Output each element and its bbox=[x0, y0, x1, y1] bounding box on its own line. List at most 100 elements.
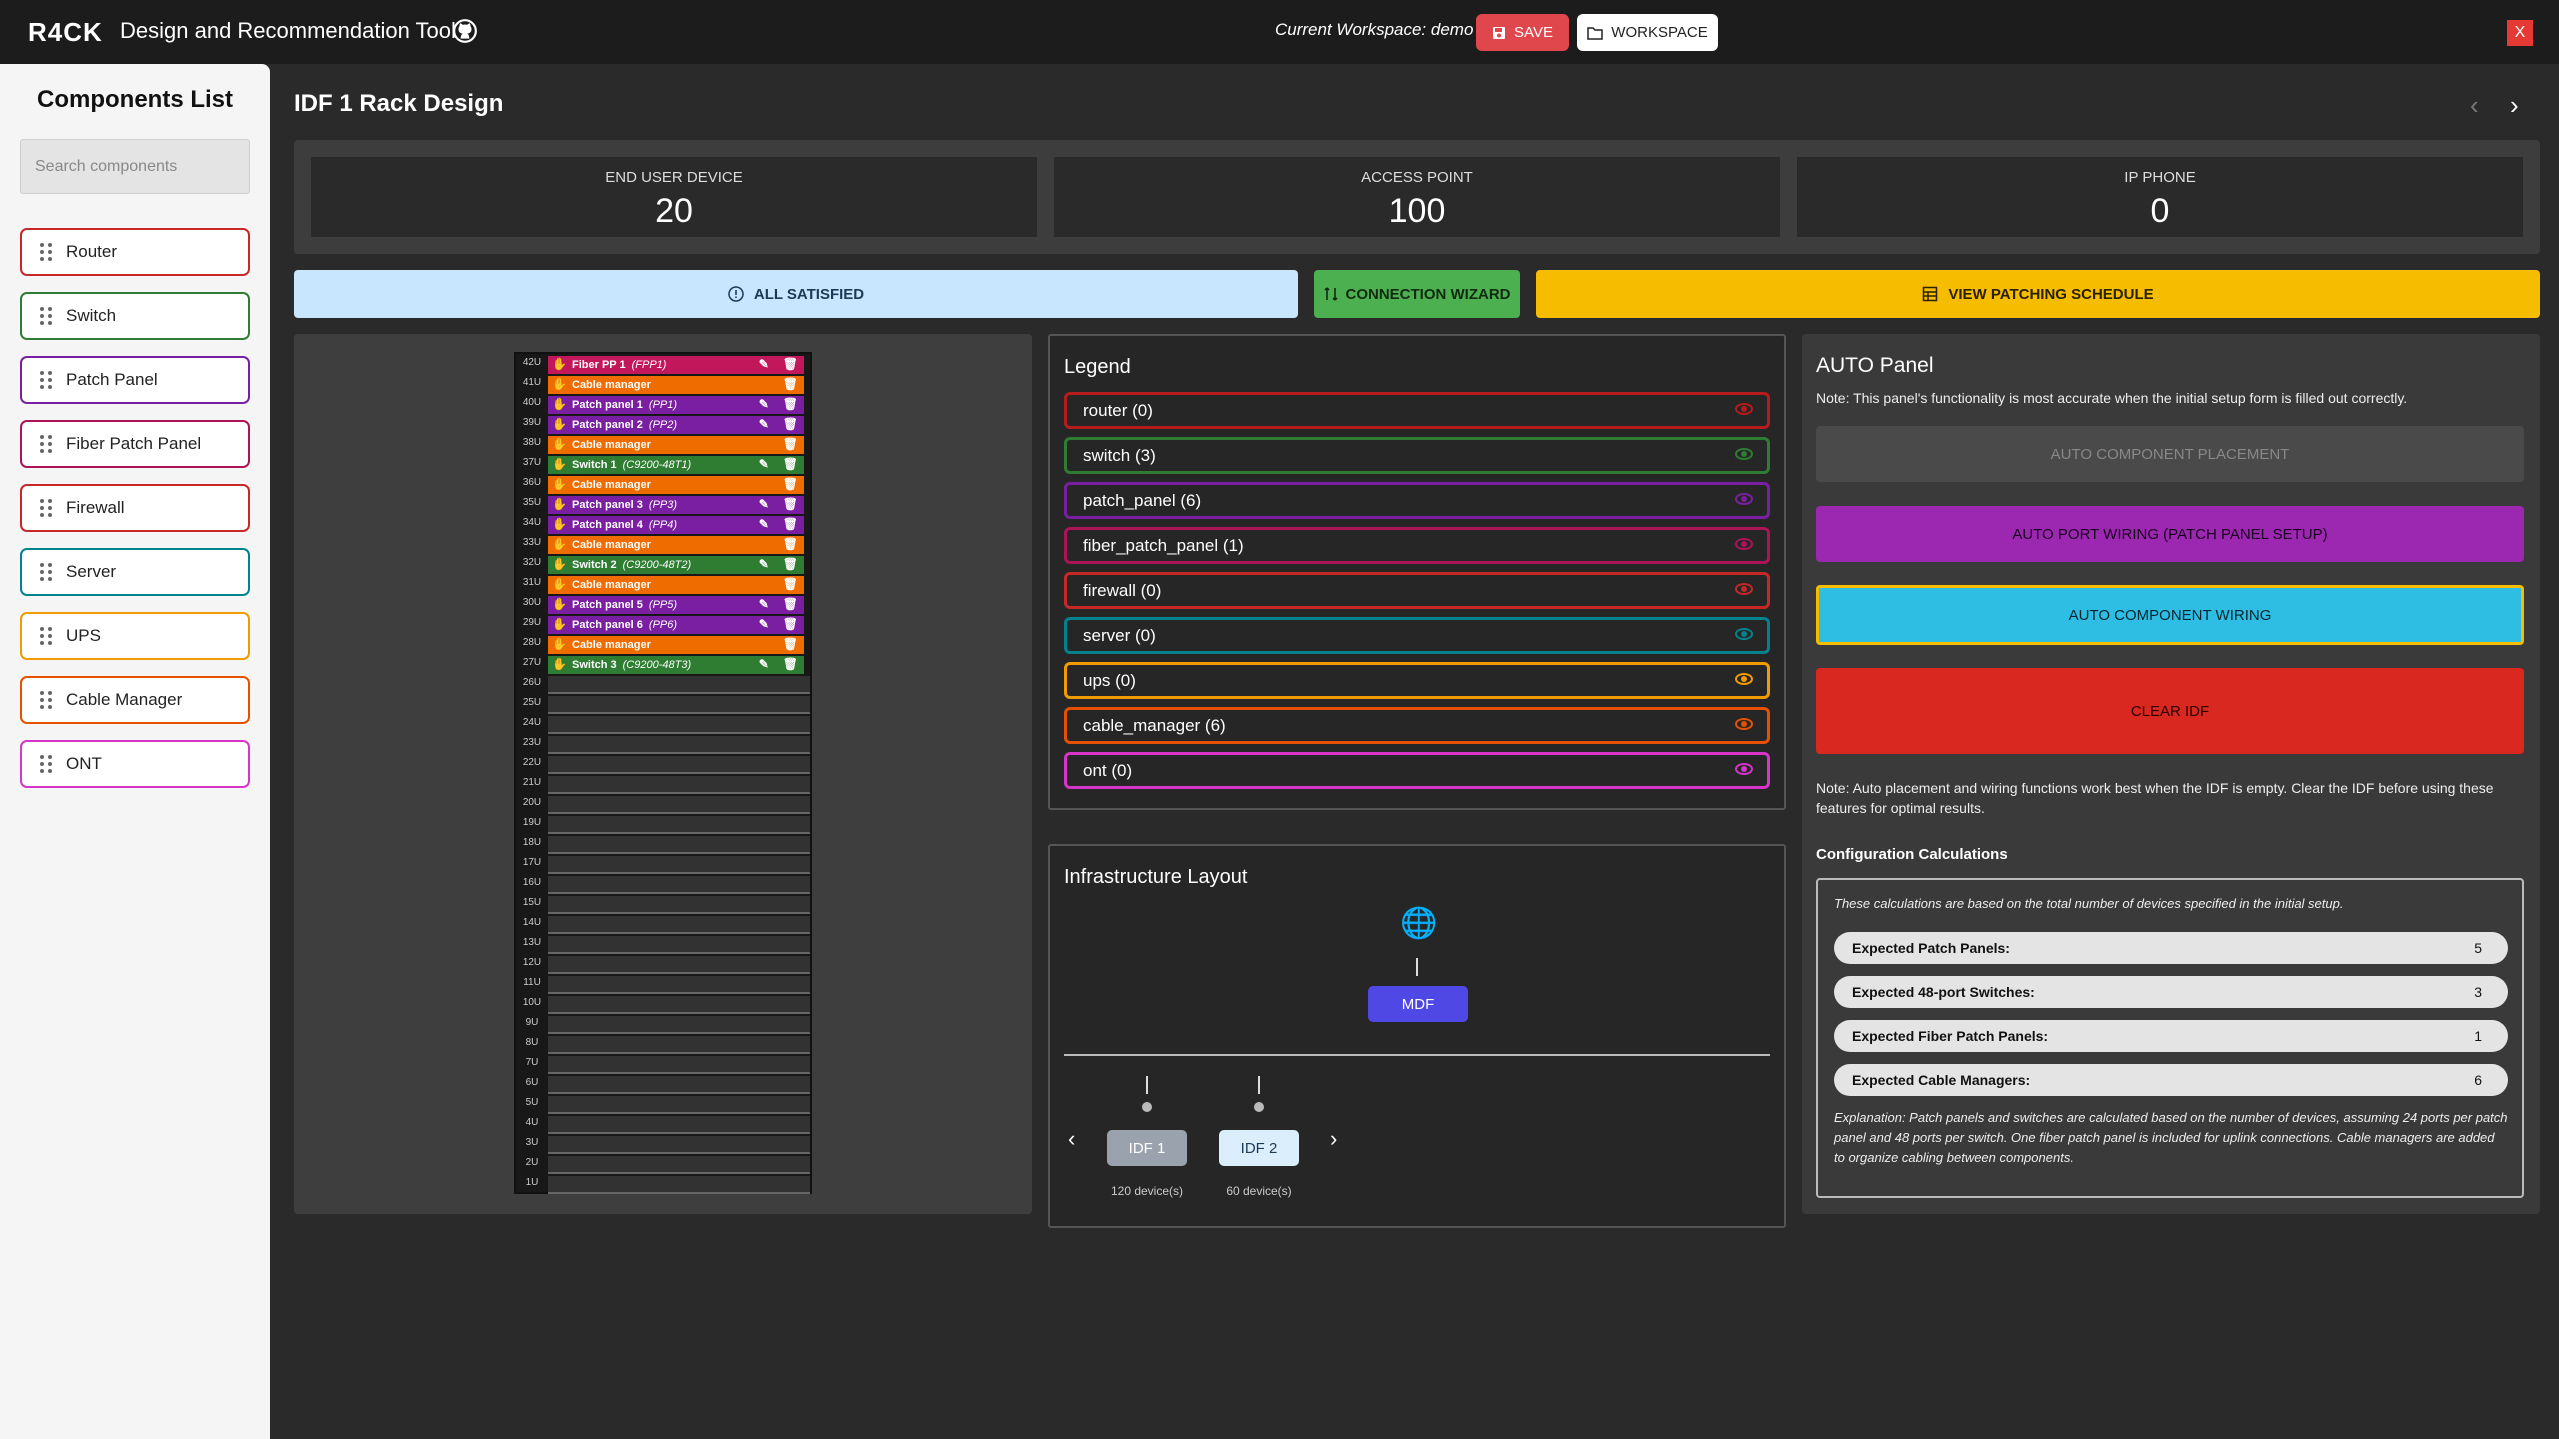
drag-hand-icon[interactable]: ✋ bbox=[552, 657, 567, 671]
delete-icon[interactable]: 🗑 bbox=[783, 517, 798, 531]
previous-arrow-icon[interactable]: ‹ bbox=[2470, 90, 2479, 121]
drag-hand-icon[interactable]: ✋ bbox=[552, 517, 567, 531]
drag-hand-icon[interactable]: ✋ bbox=[552, 457, 567, 471]
rack-device[interactable]: ✋ Switch 2 (C9200-48T2) ✎ 🗑 bbox=[548, 556, 804, 574]
empty-rack-slot[interactable] bbox=[548, 896, 810, 914]
delete-icon[interactable]: 🗑 bbox=[783, 537, 798, 551]
drag-hand-icon[interactable]: ✋ bbox=[552, 397, 567, 411]
empty-rack-slot[interactable] bbox=[548, 1176, 810, 1194]
component-item[interactable]: ONT bbox=[20, 740, 250, 788]
eye-icon[interactable] bbox=[1735, 403, 1753, 415]
empty-rack-slot[interactable] bbox=[548, 796, 810, 814]
legend-item[interactable]: patch_panel (6) bbox=[1064, 482, 1770, 519]
rack-device[interactable]: ✋ Cable manager 🗑 bbox=[548, 376, 804, 394]
rack-device[interactable]: ✋ Patch panel 1 (PP1) ✎ 🗑 bbox=[548, 396, 804, 414]
delete-icon[interactable]: 🗑 bbox=[783, 497, 798, 511]
empty-rack-slot[interactable] bbox=[548, 1016, 810, 1034]
empty-rack-slot[interactable] bbox=[548, 776, 810, 794]
rack-device[interactable]: ✋ Fiber PP 1 (FPP1) ✎ 🗑 bbox=[548, 356, 804, 374]
empty-rack-slot[interactable] bbox=[548, 676, 810, 694]
drag-handle-icon[interactable] bbox=[40, 563, 52, 581]
clear-idf-button[interactable]: CLEAR IDF bbox=[1816, 668, 2524, 754]
eye-icon[interactable] bbox=[1735, 538, 1753, 550]
rack-device[interactable]: ✋ Patch panel 3 (PP3) ✎ 🗑 bbox=[548, 496, 804, 514]
drag-hand-icon[interactable]: ✋ bbox=[552, 497, 567, 511]
empty-rack-slot[interactable] bbox=[548, 1116, 810, 1134]
empty-rack-slot[interactable] bbox=[548, 856, 810, 874]
save-button[interactable]: SAVE bbox=[1476, 14, 1569, 51]
empty-rack-slot[interactable] bbox=[548, 1136, 810, 1154]
empty-rack-slot[interactable] bbox=[548, 1076, 810, 1094]
edit-icon[interactable]: ✎ bbox=[759, 617, 769, 631]
component-item[interactable]: Cable Manager bbox=[20, 676, 250, 724]
legend-item[interactable]: server (0) bbox=[1064, 617, 1770, 654]
github-icon[interactable] bbox=[452, 18, 478, 44]
delete-icon[interactable]: 🗑 bbox=[783, 437, 798, 451]
rack-device[interactable]: ✋ Patch panel 4 (PP4) ✎ 🗑 bbox=[548, 516, 804, 534]
edit-icon[interactable]: ✎ bbox=[759, 597, 769, 611]
drag-handle-icon[interactable] bbox=[40, 691, 52, 709]
edit-icon[interactable]: ✎ bbox=[759, 397, 769, 411]
idf-2-node[interactable]: IDF 2 bbox=[1219, 1130, 1299, 1166]
component-item[interactable]: Switch bbox=[20, 292, 250, 340]
auto-component-placement-button[interactable]: AUTO COMPONENT PLACEMENT bbox=[1816, 426, 2524, 482]
empty-rack-slot[interactable] bbox=[548, 976, 810, 994]
empty-rack-slot[interactable] bbox=[548, 1036, 810, 1054]
legend-item[interactable]: firewall (0) bbox=[1064, 572, 1770, 609]
rack-device[interactable]: ✋ Switch 3 (C9200-48T3) ✎ 🗑 bbox=[548, 656, 804, 674]
empty-rack-slot[interactable] bbox=[548, 1156, 810, 1174]
drag-handle-icon[interactable] bbox=[40, 755, 52, 773]
empty-rack-slot[interactable] bbox=[548, 836, 810, 854]
drag-hand-icon[interactable]: ✋ bbox=[552, 477, 567, 491]
drag-hand-icon[interactable]: ✋ bbox=[552, 637, 567, 651]
idf-1-node[interactable]: IDF 1 bbox=[1107, 1130, 1187, 1166]
scroll-right-icon[interactable]: › bbox=[1330, 1126, 1337, 1152]
empty-rack-slot[interactable] bbox=[548, 996, 810, 1014]
mdf-node[interactable]: MDF bbox=[1368, 986, 1468, 1022]
eye-icon[interactable] bbox=[1735, 448, 1753, 460]
drag-handle-icon[interactable] bbox=[40, 371, 52, 389]
drag-handle-icon[interactable] bbox=[40, 499, 52, 517]
delete-icon[interactable]: 🗑 bbox=[783, 597, 798, 611]
empty-rack-slot[interactable] bbox=[548, 956, 810, 974]
edit-icon[interactable]: ✎ bbox=[759, 517, 769, 531]
legend-item[interactable]: ups (0) bbox=[1064, 662, 1770, 699]
connection-wizard-button[interactable]: CONNECTION WIZARD bbox=[1314, 270, 1520, 318]
delete-icon[interactable]: 🗑 bbox=[783, 617, 798, 631]
legend-item[interactable]: ont (0) bbox=[1064, 752, 1770, 789]
close-button[interactable]: X bbox=[2507, 20, 2533, 46]
next-arrow-icon[interactable]: › bbox=[2510, 90, 2519, 121]
delete-icon[interactable]: 🗑 bbox=[783, 397, 798, 411]
eye-icon[interactable] bbox=[1735, 763, 1753, 775]
edit-icon[interactable]: ✎ bbox=[759, 557, 769, 571]
rack-device[interactable]: ✋ Patch panel 2 (PP2) ✎ 🗑 bbox=[548, 416, 804, 434]
edit-icon[interactable]: ✎ bbox=[759, 357, 769, 371]
component-item[interactable]: Firewall bbox=[20, 484, 250, 532]
drag-handle-icon[interactable] bbox=[40, 243, 52, 261]
edit-icon[interactable]: ✎ bbox=[759, 657, 769, 671]
legend-item[interactable]: switch (3) bbox=[1064, 437, 1770, 474]
rack-device[interactable]: ✋ Patch panel 6 (PP6) ✎ 🗑 bbox=[548, 616, 804, 634]
component-item[interactable]: Router bbox=[20, 228, 250, 276]
empty-rack-slot[interactable] bbox=[548, 816, 810, 834]
edit-icon[interactable]: ✎ bbox=[759, 457, 769, 471]
delete-icon[interactable]: 🗑 bbox=[783, 557, 798, 571]
delete-icon[interactable]: 🗑 bbox=[783, 377, 798, 391]
drag-hand-icon[interactable]: ✋ bbox=[552, 417, 567, 431]
delete-icon[interactable]: 🗑 bbox=[783, 637, 798, 651]
auto-port-wiring-button[interactable]: AUTO PORT WIRING (PATCH PANEL SETUP) bbox=[1816, 506, 2524, 562]
component-item[interactable]: UPS bbox=[20, 612, 250, 660]
empty-rack-slot[interactable] bbox=[548, 696, 810, 714]
empty-rack-slot[interactable] bbox=[548, 736, 810, 754]
edit-icon[interactable]: ✎ bbox=[759, 417, 769, 431]
drag-hand-icon[interactable]: ✋ bbox=[552, 437, 567, 451]
drag-hand-icon[interactable]: ✋ bbox=[552, 617, 567, 631]
delete-icon[interactable]: 🗑 bbox=[783, 657, 798, 671]
scroll-left-icon[interactable]: ‹ bbox=[1068, 1126, 1075, 1152]
legend-item[interactable]: cable_manager (6) bbox=[1064, 707, 1770, 744]
drag-hand-icon[interactable]: ✋ bbox=[552, 577, 567, 591]
drag-handle-icon[interactable] bbox=[40, 307, 52, 325]
auto-component-wiring-button[interactable]: AUTO COMPONENT WIRING bbox=[1816, 585, 2524, 645]
search-input[interactable]: Search components bbox=[20, 139, 250, 194]
delete-icon[interactable]: 🗑 bbox=[783, 357, 798, 371]
